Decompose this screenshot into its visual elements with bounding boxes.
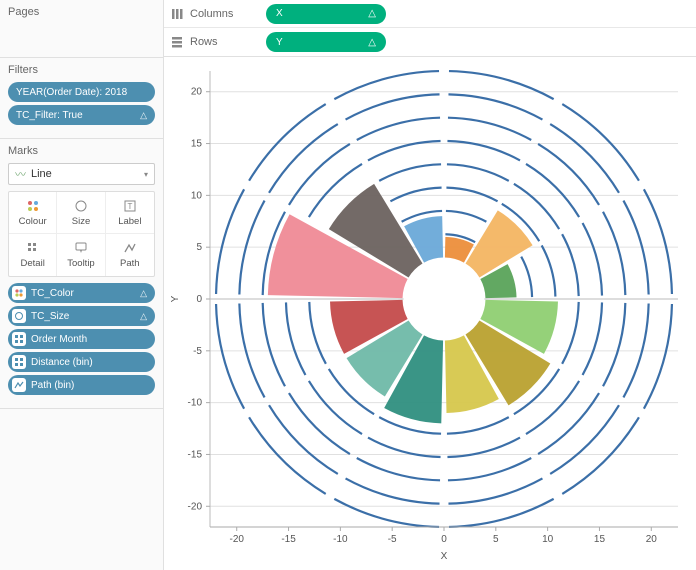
detail-icon bbox=[12, 355, 26, 369]
columns-pill[interactable]: X △ bbox=[266, 4, 386, 24]
rows-icon bbox=[170, 36, 184, 48]
svg-text:-15: -15 bbox=[188, 449, 203, 460]
svg-text:-15: -15 bbox=[281, 534, 296, 545]
rows-pill-label: Y bbox=[276, 37, 283, 48]
marks-tooltip-button[interactable]: Tooltip bbox=[57, 234, 105, 276]
mark-pill[interactable]: Path (bin) bbox=[8, 375, 155, 395]
mark-pill-delta: △ bbox=[140, 311, 147, 322]
columns-label: Columns bbox=[190, 8, 260, 20]
columns-icon bbox=[170, 8, 184, 20]
detail-icon bbox=[26, 241, 40, 255]
columns-shelf[interactable]: Columns X △ bbox=[164, 0, 696, 28]
chart-canvas[interactable]: -20 -15 -10 -5 0 5 10 15 20 -20 -15 -10 -5 0 5 10 15 20 X Y bbox=[164, 57, 696, 570]
mark-type-label: Line bbox=[31, 168, 52, 180]
svg-text:-20: -20 bbox=[188, 501, 203, 512]
svg-text:Y: Y bbox=[170, 295, 181, 302]
filter-pill[interactable]: YEAR(Order Date): 2018 bbox=[8, 82, 155, 102]
colour-icon bbox=[26, 199, 40, 213]
mark-pill-delta: △ bbox=[140, 288, 147, 299]
svg-text:X: X bbox=[441, 551, 448, 562]
marks-colour-button[interactable]: Colour bbox=[9, 192, 57, 234]
mark-type-dropdown[interactable]: 〰 Line ▾ bbox=[8, 163, 155, 185]
svg-text:20: 20 bbox=[191, 87, 203, 98]
rows-label: Rows bbox=[190, 36, 260, 48]
size-icon bbox=[12, 309, 26, 323]
marks-label-button[interactable]: T Label bbox=[106, 192, 154, 234]
cell-label: Label bbox=[118, 216, 141, 227]
marks-card: Marks 〰 Line ▾ Colour bbox=[0, 139, 163, 409]
svg-text:0: 0 bbox=[441, 534, 447, 545]
rows-pill-delta: △ bbox=[368, 37, 376, 48]
rows-shelf[interactable]: Rows Y △ bbox=[164, 28, 696, 56]
svg-text:10: 10 bbox=[542, 534, 554, 545]
colour-icon bbox=[12, 286, 26, 300]
cell-label: Detail bbox=[21, 258, 45, 269]
svg-text:-20: -20 bbox=[230, 534, 245, 545]
svg-text:-5: -5 bbox=[388, 534, 397, 545]
svg-text:5: 5 bbox=[493, 534, 499, 545]
filter-pill-delta: △ bbox=[140, 110, 147, 121]
mark-pill-label: Order Month bbox=[31, 334, 87, 345]
detail-icon bbox=[12, 332, 26, 346]
svg-text:5: 5 bbox=[196, 242, 202, 253]
marks-path-button[interactable]: Path bbox=[106, 234, 154, 276]
chevron-down-icon: ▾ bbox=[144, 170, 148, 179]
pages-title: Pages bbox=[8, 6, 155, 18]
mark-pill-label: TC_Size bbox=[31, 311, 69, 322]
tooltip-icon bbox=[74, 241, 88, 255]
cell-label: Path bbox=[120, 258, 140, 269]
filters-shelf[interactable]: Filters YEAR(Order Date): 2018 TC_Filter… bbox=[0, 58, 163, 139]
marks-size-button[interactable]: Size bbox=[57, 192, 105, 234]
mark-pill-label: Distance (bin) bbox=[31, 357, 93, 368]
svg-text:20: 20 bbox=[646, 534, 658, 545]
svg-text:-10: -10 bbox=[333, 534, 348, 545]
mark-pill[interactable]: Distance (bin) bbox=[8, 352, 155, 372]
svg-text:-5: -5 bbox=[193, 346, 202, 357]
svg-text:15: 15 bbox=[191, 139, 203, 150]
cell-label: Size bbox=[72, 216, 90, 227]
marks-buttons: Colour Size T Label bbox=[8, 191, 155, 277]
cell-label: Colour bbox=[19, 216, 47, 227]
columns-pill-delta: △ bbox=[368, 8, 376, 19]
shelves: Columns X △ Rows Y △ bbox=[164, 0, 696, 57]
side-panels: Pages Filters YEAR(Order Date): 2018 TC_… bbox=[0, 0, 164, 570]
columns-pill-label: X bbox=[276, 8, 283, 19]
mark-pill[interactable]: TC_Color △ bbox=[8, 283, 155, 303]
filters-title: Filters bbox=[8, 64, 155, 76]
svg-text:15: 15 bbox=[594, 534, 606, 545]
path-icon bbox=[12, 378, 26, 392]
filter-pill[interactable]: TC_Filter: True △ bbox=[8, 105, 155, 125]
mark-pill-label: Path (bin) bbox=[31, 380, 74, 391]
pages-shelf[interactable]: Pages bbox=[0, 0, 163, 58]
marks-title: Marks bbox=[8, 145, 155, 157]
svg-text:-10: -10 bbox=[188, 398, 203, 409]
filter-pill-label: TC_Filter: True bbox=[16, 110, 83, 121]
rows-pill[interactable]: Y △ bbox=[266, 32, 386, 52]
size-icon bbox=[74, 199, 88, 213]
svg-text:T: T bbox=[127, 202, 132, 211]
cell-label: Tooltip bbox=[67, 258, 94, 269]
marks-detail-button[interactable]: Detail bbox=[9, 234, 57, 276]
svg-text:10: 10 bbox=[191, 190, 203, 201]
line-icon: 〰 bbox=[15, 166, 26, 182]
mark-pill[interactable]: TC_Size △ bbox=[8, 306, 155, 326]
mark-pill[interactable]: Order Month bbox=[8, 329, 155, 349]
mark-pill-label: TC_Color bbox=[31, 288, 74, 299]
svg-text:0: 0 bbox=[196, 294, 202, 305]
label-icon: T bbox=[123, 199, 137, 213]
path-icon bbox=[123, 241, 137, 255]
filter-pill-label: YEAR(Order Date): 2018 bbox=[16, 87, 127, 98]
